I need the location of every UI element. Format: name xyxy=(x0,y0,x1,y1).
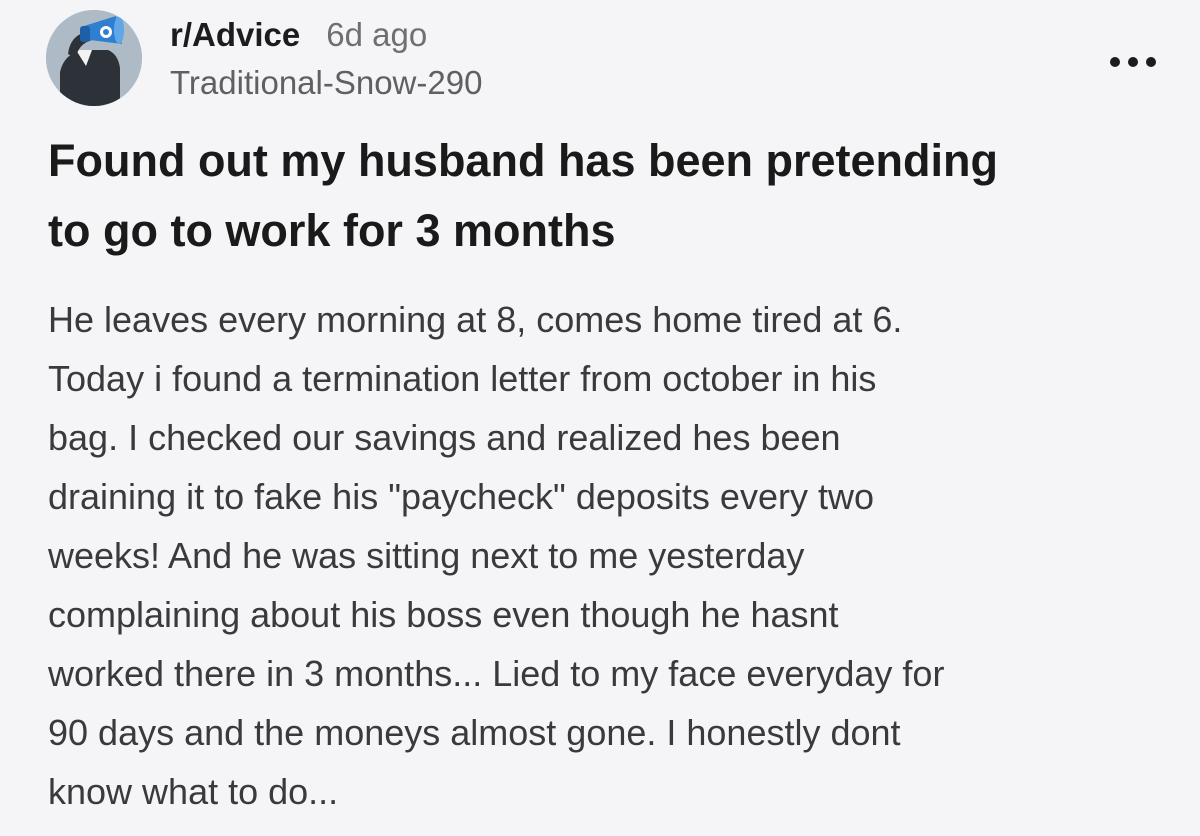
post-meta: r/Advice 6d ago xyxy=(170,16,427,60)
snoo-avatar-icon[interactable] xyxy=(46,10,142,106)
ellipsis-dot xyxy=(1146,57,1156,67)
post-card: r/Advice 6d ago Traditional-Snow-290 Fou… xyxy=(0,0,1200,836)
post-body-line: bag. I checked our savings and realized … xyxy=(48,417,841,458)
post-body-line: 90 days and the moneys almost gone. I ho… xyxy=(48,712,901,753)
post-body-line: know what to do... xyxy=(48,771,339,812)
post-title-line: Found out my husband has been pretending xyxy=(48,135,999,186)
ellipsis-dot xyxy=(1110,57,1120,67)
post-body-line: weeks! And he was sitting next to me yes… xyxy=(48,535,805,576)
ellipsis-icon[interactable] xyxy=(1110,52,1156,72)
post-header: r/Advice 6d ago Traditional-Snow-290 xyxy=(46,10,1156,106)
username-link[interactable]: Traditional-Snow-290 xyxy=(170,64,482,102)
post-body-line: complaining about his boss even though h… xyxy=(48,594,839,635)
post-body-line: worked there in 3 months... Lied to my f… xyxy=(48,653,945,694)
post-body: He leaves every morning at 8, comes home… xyxy=(48,290,1158,821)
subreddit-link[interactable]: r/Advice xyxy=(170,16,300,54)
post-title[interactable]: Found out my husband has been pretending… xyxy=(48,126,1168,266)
post-age: 6d ago xyxy=(326,16,428,53)
post-body-line: He leaves every morning at 8, comes home… xyxy=(48,299,903,340)
ellipsis-dot xyxy=(1128,57,1138,67)
post-body-line: draining it to fake his "paycheck" depos… xyxy=(48,476,874,517)
post-body-line: Today i found a termination letter from … xyxy=(48,358,877,399)
post-title-line: to go to work for 3 months xyxy=(48,205,616,256)
